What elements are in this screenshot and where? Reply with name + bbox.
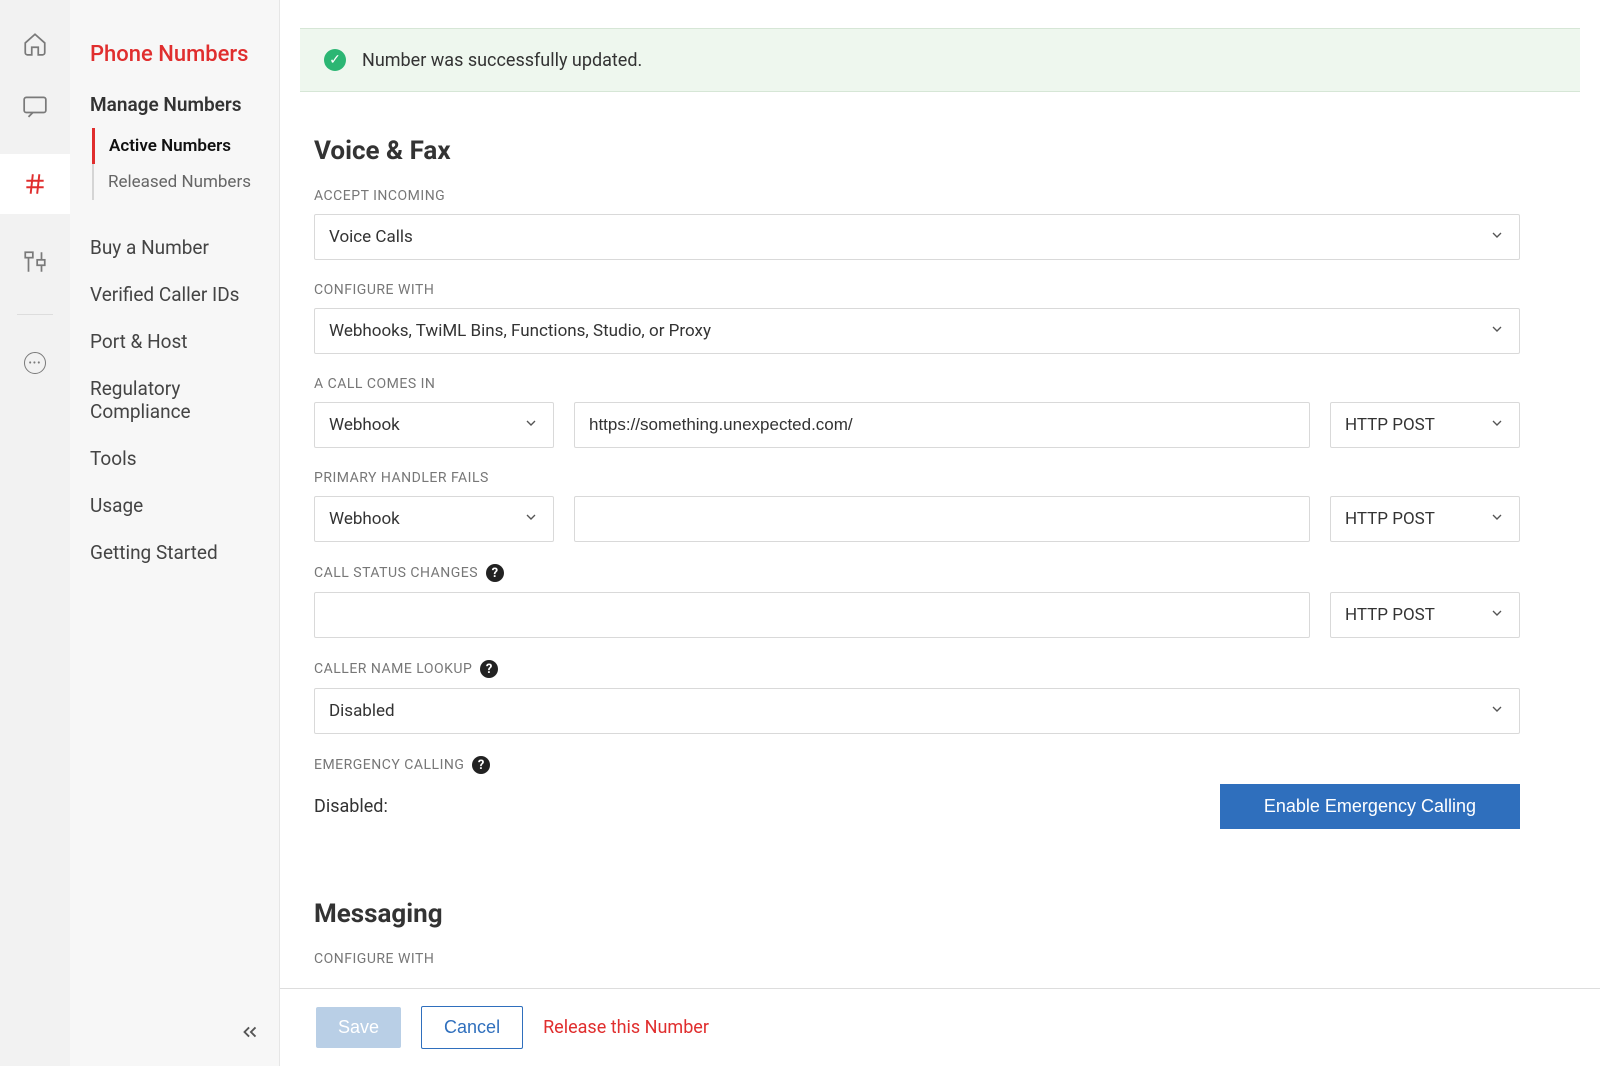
- chevron-down-icon: [1489, 605, 1505, 626]
- chat-icon[interactable]: [21, 92, 49, 120]
- accept-incoming-label: Accept Incoming: [314, 188, 1520, 204]
- primary-fails-method-select[interactable]: HTTP POST: [1330, 496, 1520, 542]
- primary-fails-method-value: HTTP POST: [1345, 509, 1435, 529]
- release-number-link[interactable]: Release this Number: [543, 1017, 709, 1038]
- messaging-configure-with-label: Configure With: [314, 951, 1520, 967]
- cancel-button[interactable]: Cancel: [421, 1006, 523, 1049]
- help-icon[interactable]: ?: [472, 756, 490, 774]
- voice-fax-heading: Voice & Fax: [314, 136, 1520, 166]
- call-comes-in-method-select[interactable]: HTTP POST: [1330, 402, 1520, 448]
- call-status-url-field[interactable]: [329, 593, 1295, 637]
- caller-name-label: Caller Name Lookup ?: [314, 660, 1520, 678]
- sidebar-item-released-numbers[interactable]: Released Numbers: [92, 164, 279, 200]
- collapse-sidebar-icon[interactable]: [239, 1021, 261, 1048]
- rail-divider: [17, 314, 53, 318]
- more-icon[interactable]: •••: [24, 352, 46, 374]
- enable-emergency-button[interactable]: Enable Emergency Calling: [1220, 784, 1520, 829]
- emergency-status: Disabled:: [314, 796, 388, 817]
- sidebar-item-port[interactable]: Port & Host: [70, 318, 279, 365]
- call-comes-in-label: A Call Comes In: [314, 376, 1520, 392]
- sidebar-item-tools[interactable]: Tools: [70, 435, 279, 482]
- call-comes-in-method-value: HTTP POST: [1345, 415, 1435, 435]
- configure-with-value: Webhooks, TwiML Bins, Functions, Studio,…: [329, 321, 711, 341]
- call-status-label-text: Call Status Changes: [314, 565, 478, 581]
- sidebar-item-buy[interactable]: Buy a Number: [70, 224, 279, 271]
- call-status-url-input[interactable]: [314, 592, 1310, 638]
- call-comes-in-url-input[interactable]: [574, 402, 1310, 448]
- emergency-label-text: Emergency Calling: [314, 757, 464, 773]
- settings-icon[interactable]: [21, 248, 49, 276]
- icon-rail: •••: [0, 0, 70, 1066]
- home-icon[interactable]: [21, 30, 49, 58]
- chevron-down-icon: [1489, 701, 1505, 722]
- call-comes-in-type-value: Webhook: [329, 415, 400, 435]
- sidebar-item-getting-started[interactable]: Getting Started: [70, 529, 279, 576]
- sidebar-group-manage[interactable]: Manage Numbers: [70, 93, 279, 128]
- chevron-down-icon: [523, 509, 539, 530]
- call-status-label: Call Status Changes ?: [314, 564, 1520, 582]
- help-icon[interactable]: ?: [486, 564, 504, 582]
- configure-with-select[interactable]: Webhooks, TwiML Bins, Functions, Studio,…: [314, 308, 1520, 354]
- sidebar-title: Phone Numbers: [70, 42, 279, 93]
- caller-name-label-text: Caller Name Lookup: [314, 661, 472, 677]
- call-status-method-value: HTTP POST: [1345, 605, 1435, 625]
- hash-icon[interactable]: [21, 170, 49, 198]
- sidebar-item-regulatory[interactable]: Regulatory Compliance: [70, 365, 279, 435]
- help-icon[interactable]: ?: [480, 660, 498, 678]
- sidebar-item-usage[interactable]: Usage: [70, 482, 279, 529]
- configure-with-label: Configure With: [314, 282, 1520, 298]
- call-comes-in-url-field[interactable]: [589, 403, 1295, 447]
- chevron-down-icon: [1489, 227, 1505, 248]
- sidebar-item-active-numbers[interactable]: Active Numbers: [92, 128, 279, 164]
- call-comes-in-type-select[interactable]: Webhook: [314, 402, 554, 448]
- sidebar: Phone Numbers Manage Numbers Active Numb…: [70, 0, 280, 1066]
- accept-incoming-select[interactable]: Voice Calls: [314, 214, 1520, 260]
- call-status-method-select[interactable]: HTTP POST: [1330, 592, 1520, 638]
- caller-name-value: Disabled: [329, 701, 395, 721]
- sidebar-item-verified[interactable]: Verified Caller IDs: [70, 271, 279, 318]
- chevron-down-icon: [1489, 415, 1505, 436]
- primary-fails-url-input[interactable]: [574, 496, 1310, 542]
- chevron-down-icon: [523, 415, 539, 436]
- check-circle-icon: ✓: [324, 49, 346, 71]
- primary-fails-type-select[interactable]: Webhook: [314, 496, 554, 542]
- success-alert: ✓ Number was successfully updated.: [300, 28, 1580, 92]
- primary-fails-label: Primary Handler Fails: [314, 470, 1520, 486]
- caller-name-select[interactable]: Disabled: [314, 688, 1520, 734]
- chevron-down-icon: [1489, 321, 1505, 342]
- accept-incoming-value: Voice Calls: [329, 227, 413, 247]
- footer-bar: Save Cancel Release this Number: [280, 988, 1600, 1066]
- save-button[interactable]: Save: [316, 1007, 401, 1048]
- primary-fails-type-value: Webhook: [329, 509, 400, 529]
- alert-text: Number was successfully updated.: [362, 50, 642, 71]
- primary-fails-url-field[interactable]: [589, 497, 1295, 541]
- chevron-down-icon: [1489, 509, 1505, 530]
- messaging-heading: Messaging: [314, 899, 1520, 929]
- emergency-label: Emergency Calling ?: [314, 756, 1520, 774]
